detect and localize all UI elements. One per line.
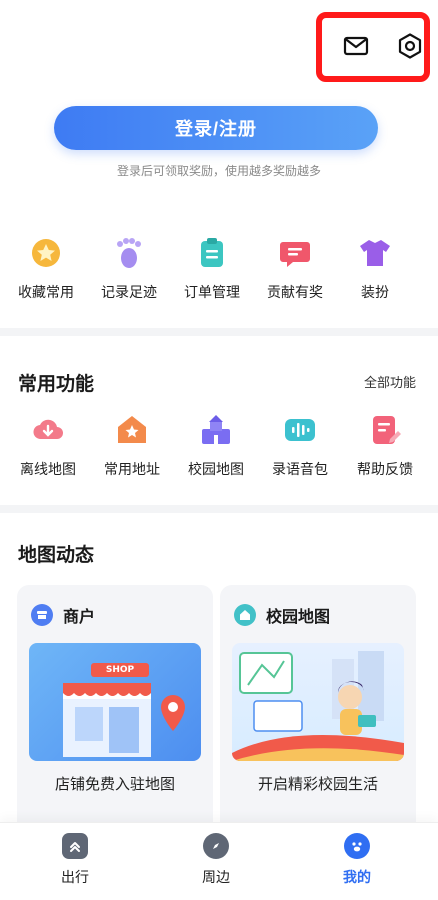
function-label: 校园地图 (188, 462, 244, 478)
nav-tab-nearby[interactable]: 周边 (171, 833, 261, 887)
home-star-icon (115, 413, 149, 447)
quick-actions: 收藏常用 记录足迹 订单管理 贡献有奖 装扮 (0, 236, 438, 306)
compass-icon (203, 833, 229, 859)
merchant-card[interactable]: 商户 SHOP 店铺免费入驻地图 (17, 585, 213, 835)
nav-label: 周边 (202, 870, 230, 886)
clipboard-icon (195, 236, 229, 270)
card-title: 校园地图 (266, 607, 331, 626)
nav-label: 我的 (343, 870, 371, 886)
function-label: 帮助反馈 (357, 462, 413, 478)
quick-item-favorites[interactable]: 收藏常用 (4, 236, 88, 302)
quick-item-label: 贡献有奖 (267, 285, 323, 301)
mail-icon[interactable] (342, 32, 370, 60)
nav-tab-travel[interactable]: 出行 (30, 833, 120, 887)
function-record-voice[interactable]: 录语音包 (258, 413, 342, 479)
section-divider (0, 328, 438, 336)
card-header: 校园地图 (234, 603, 330, 627)
function-help-feedback[interactable]: 帮助反馈 (343, 413, 427, 479)
tshirt-icon (358, 236, 392, 270)
campus-icon (199, 413, 233, 447)
login-register-button[interactable]: 登录/注册 (54, 106, 378, 150)
bottom-navigation: 出行 周边 我的 (0, 822, 438, 900)
message-icon (278, 236, 312, 270)
top-icons-highlight (316, 12, 430, 82)
function-label: 录语音包 (272, 462, 328, 478)
quick-item-dressup[interactable]: 装扮 (333, 236, 417, 302)
quick-item-label: 收藏常用 (18, 285, 74, 301)
star-icon (29, 236, 63, 270)
nav-label: 出行 (61, 870, 89, 886)
card-caption: 开启精彩校园生活 (257, 775, 378, 793)
card-title: 商户 (63, 607, 96, 626)
feedback-icon (368, 413, 402, 447)
voice-wave-icon (283, 413, 317, 447)
card-caption: 店铺免费入驻地图 (54, 775, 175, 793)
quick-item-label: 装扮 (361, 285, 389, 301)
function-offline-map[interactable]: 离线地图 (6, 413, 90, 479)
function-label: 常用地址 (104, 462, 160, 478)
quick-item-footprints[interactable]: 记录足迹 (87, 236, 171, 302)
login-tip: 登录后可领取奖励，使用越多奖励越多 (116, 164, 321, 178)
card-header: 商户 (31, 603, 95, 627)
quick-item-orders[interactable]: 订单管理 (170, 236, 254, 302)
cloud-download-icon (31, 413, 65, 447)
campus-image (232, 643, 404, 761)
common-functions-grid: 离线地图 常用地址 校园地图 录语音包 帮助反馈 (0, 413, 438, 483)
function-label: 离线地图 (20, 462, 76, 478)
settings-icon[interactable] (396, 32, 424, 60)
route-icon (62, 833, 88, 859)
quick-item-label: 订单管理 (184, 285, 240, 301)
map-dynamics-title: 地图动态 (18, 544, 95, 566)
nav-tab-mine[interactable]: 我的 (312, 833, 402, 887)
function-campus-map[interactable]: 校园地图 (174, 413, 258, 479)
footprint-icon (112, 236, 146, 270)
common-functions-title: 常用功能 (18, 373, 95, 395)
all-functions-link[interactable]: 全部功能 (364, 372, 416, 391)
shop-sign-text: SHOP (105, 665, 135, 675)
shop-icon (31, 604, 53, 626)
quick-item-label: 记录足迹 (101, 285, 157, 301)
campus-map-card[interactable]: 校园地图 开启精彩校园生活 (220, 585, 416, 835)
section-divider (0, 505, 438, 513)
house-icon (234, 604, 256, 626)
paw-icon (344, 833, 370, 859)
quick-item-contribute[interactable]: 贡献有奖 (253, 236, 337, 302)
function-common-address[interactable]: 常用地址 (90, 413, 174, 479)
merchant-image: SHOP (29, 643, 201, 761)
